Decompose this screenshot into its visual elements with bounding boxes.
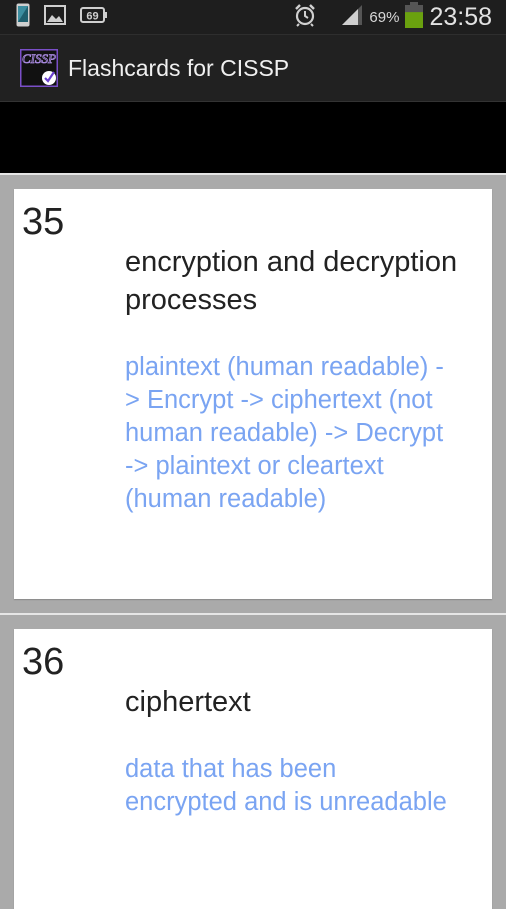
card-number: 36 xyxy=(22,641,65,683)
signal-strength-icon xyxy=(341,4,363,30)
battery-percent: 69% xyxy=(369,8,400,26)
status-left-icons: 69 xyxy=(16,3,108,31)
card-definition: data that has been encrypted and is unre… xyxy=(125,755,447,816)
card-definition: plaintext (human readable) -> Encrypt ->… xyxy=(125,353,444,513)
card-number: 35 xyxy=(22,201,65,243)
card-term: encryption and decryption processes xyxy=(125,246,458,316)
app-logo-icon[interactable]: CISSP xyxy=(19,48,59,88)
battery-icon xyxy=(405,2,424,32)
status-right: 69% 23:58 xyxy=(293,2,492,32)
notification-count: 69 xyxy=(86,11,98,23)
image-icon xyxy=(44,5,66,29)
app-logo-text: CISSP xyxy=(22,51,56,66)
phone-screen-icon xyxy=(16,3,30,31)
app-title: Flashcards for CISSP xyxy=(68,55,290,81)
clock: 23:58 xyxy=(429,2,492,31)
divider xyxy=(0,613,506,615)
notification-count-icon: 69 xyxy=(80,6,108,28)
status-bar: 69 69% 23:58 xyxy=(0,0,506,35)
flashcard[interactable]: 36 ciphertext data that has been encrypt… xyxy=(14,629,492,909)
top-banner-area xyxy=(0,102,506,173)
divider xyxy=(0,173,506,175)
alarm-clock-icon xyxy=(293,3,317,31)
flashcard[interactable]: 35 encryption and decryption processes p… xyxy=(14,189,492,599)
card-term: ciphertext xyxy=(125,686,251,718)
action-bar: CISSP Flashcards for CISSP xyxy=(0,35,506,102)
